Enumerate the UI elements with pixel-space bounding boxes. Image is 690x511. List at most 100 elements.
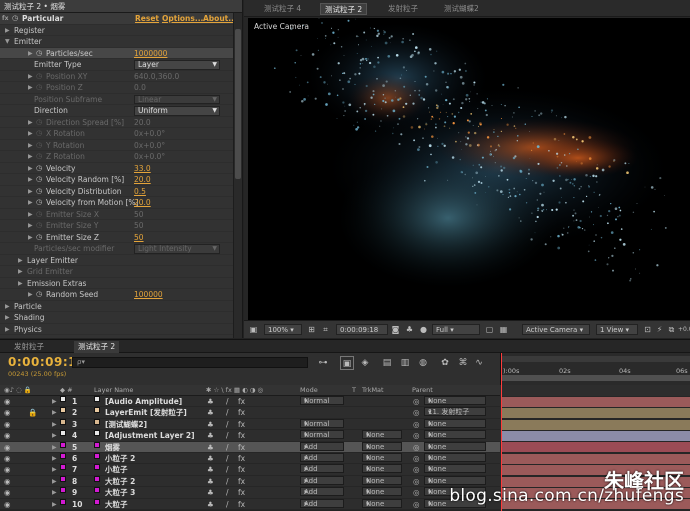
layer-row[interactable]: ◉▶9大粒子 3♣/fxAdd ▾None ▾◎None ▾ <box>0 487 500 498</box>
property-row[interactable]: ▶◷Position Z0.0 <box>0 82 233 94</box>
layer-name[interactable]: [Adjustment Layer 2] <box>105 430 195 441</box>
transparency-grid-icon[interactable]: ▦ <box>498 324 509 335</box>
stopwatch-icon[interactable]: ◷ <box>36 174 42 186</box>
blend-mode-dropdown[interactable]: Add ▾ <box>300 487 344 496</box>
quality-switch-icon[interactable]: / <box>226 419 229 430</box>
flowchart-icon[interactable]: ⧉ <box>666 324 677 335</box>
shy-switch-icon[interactable]: ♣ <box>207 464 214 475</box>
stopwatch-icon[interactable]: ◷ <box>36 82 42 94</box>
property-value[interactable]: 0x+0.0° <box>134 151 165 163</box>
composition-tab[interactable]: 测试粒子 2 <box>320 3 367 15</box>
layer-duration-bar[interactable] <box>501 420 690 430</box>
property-row[interactable]: ▶◷Emitter Size Z50 <box>0 232 233 244</box>
stopwatch-icon[interactable]: ◷ <box>36 128 42 140</box>
property-row[interactable]: ▶Emission Extras <box>0 278 233 290</box>
shy-switch-icon[interactable]: ♣ <box>207 442 214 453</box>
disclosure-triangle-icon[interactable]: ▶ <box>52 453 57 464</box>
shy-switch-icon[interactable]: ♣ <box>207 487 214 498</box>
effect-switch-icon[interactable]: fx <box>238 499 245 510</box>
property-row[interactable]: Position SubframeLinear▼ <box>0 94 233 106</box>
disclosure-triangle-icon[interactable]: ▶ <box>28 82 33 94</box>
blend-mode-dropdown[interactable]: Normal ▾ <box>300 419 344 428</box>
property-value[interactable]: 0x+0.0° <box>134 140 165 152</box>
layer-row[interactable]: ◉▶1[Audio Amplitude]♣/fxNormal ▾◎None ▾ <box>0 396 500 407</box>
shy-switch-icon[interactable]: ♣ <box>207 407 214 418</box>
pick-whip-icon[interactable]: ◎ <box>413 453 420 464</box>
stopwatch-icon[interactable]: ◷ <box>36 232 42 244</box>
blend-mode-dropdown[interactable]: Normal ▾ <box>300 396 344 405</box>
pick-whip-icon[interactable]: ◎ <box>413 487 420 498</box>
track-matte-dropdown[interactable]: None ▾ <box>362 487 402 496</box>
track-matte-dropdown[interactable]: None ▾ <box>362 499 402 508</box>
shy-switch-icon[interactable]: ♣ <box>207 419 214 430</box>
property-value[interactable]: 20.0 <box>134 117 151 129</box>
eye-icon[interactable]: ◉ <box>4 499 11 510</box>
label-color-swatch[interactable] <box>60 396 66 402</box>
layer-name[interactable]: 大粒子 3 <box>105 487 135 498</box>
property-row[interactable]: ▶◷Velocity33.0 <box>0 163 233 175</box>
resolution-dropdown[interactable]: Full ▾ <box>432 324 480 335</box>
parent-dropdown[interactable]: None ▾ <box>424 419 486 428</box>
pick-whip-icon[interactable]: ◎ <box>413 396 420 407</box>
disclosure-triangle-icon[interactable]: ▶ <box>52 464 57 475</box>
property-row[interactable]: ▶◷Direction Spread [%]20.0 <box>0 117 233 129</box>
fx-icon[interactable]: fx <box>2 13 8 25</box>
frame-blending-icon[interactable]: ▥ <box>398 356 412 370</box>
property-row[interactable]: ▶Shading <box>0 312 233 324</box>
layer-name[interactable]: 大粒子 2 <box>105 476 135 487</box>
eye-icon[interactable]: ◉ <box>4 430 11 441</box>
label-color-swatch[interactable] <box>60 430 66 436</box>
disclosure-triangle-icon[interactable]: ▶ <box>52 419 57 430</box>
property-value[interactable]: 20.0 <box>134 197 151 209</box>
layer-row[interactable]: ◉▶4[Adjustment Layer 2]♣/fxNormal ▾None … <box>0 430 500 441</box>
label-color-swatch[interactable] <box>60 419 66 425</box>
layer-row[interactable]: ◉▶10大粒子♣/fxAdd ▾None ▾◎None ▾ <box>0 499 500 510</box>
quality-switch-icon[interactable]: / <box>226 476 229 487</box>
layer-row[interactable]: ◉🔒▶2LayerEmit [发射粒子]♣/fx◎11. 发射粒子 ▾ <box>0 407 500 418</box>
layer-duration-bar[interactable] <box>501 431 690 441</box>
shy-switch-icon[interactable]: ♣ <box>207 476 214 487</box>
property-row[interactable]: ▶Particle <box>0 301 233 313</box>
property-dropdown[interactable]: Linear▼ <box>134 95 220 105</box>
toggle-pixel-aspect-icon[interactable]: ⊡ <box>642 324 653 335</box>
disclosure-triangle-icon[interactable]: ▶ <box>52 499 57 510</box>
blend-mode-dropdown[interactable]: Add ▾ <box>300 499 344 508</box>
graph-editor-icon[interactable]: ∿ <box>472 356 486 370</box>
effect-switch-icon[interactable]: fx <box>238 442 245 453</box>
eye-icon[interactable]: ◉ <box>4 407 11 418</box>
property-value[interactable]: 100000 <box>134 289 163 301</box>
effect-header-row[interactable]: fx ◷ Particular Reset Options... About..… <box>0 13 233 25</box>
track-matte-dropdown[interactable]: None ▾ <box>362 430 402 439</box>
label-color-swatch[interactable] <box>60 453 66 459</box>
show-snapshot-icon[interactable]: ♣ <box>404 324 415 335</box>
stopwatch-icon[interactable]: ◷ <box>36 197 42 209</box>
stopwatch-icon[interactable]: ◷ <box>36 289 42 301</box>
layer-name[interactable]: 烟雾 <box>105 442 120 453</box>
shy-switch-icon[interactable]: ♣ <box>207 499 214 510</box>
layer-switches-icons[interactable]: ✱ ☆ \ fx ▦ ◐ ◑ ◎ <box>206 385 263 396</box>
stopwatch-icon[interactable]: ◷ <box>36 140 42 152</box>
disclosure-triangle-icon[interactable]: ▶ <box>28 151 33 163</box>
channel-icon[interactable]: ● <box>418 324 429 335</box>
disclosure-triangle-icon[interactable]: ▶ <box>52 442 57 453</box>
quality-switch-icon[interactable]: / <box>226 453 229 464</box>
safe-zones-icon[interactable]: ⊞ <box>306 324 317 335</box>
brainstorm-icon[interactable]: ✿ <box>438 356 452 370</box>
live-update-icon[interactable]: ▣ <box>340 356 354 370</box>
property-value[interactable]: 640.0,360.0 <box>134 71 179 83</box>
blend-mode-dropdown[interactable]: Add ▾ <box>300 442 344 451</box>
track-matte-dropdown[interactable]: None ▾ <box>362 453 402 462</box>
timeline-tab[interactable]: 发射粒子 <box>10 341 48 353</box>
quality-switch-icon[interactable]: / <box>226 396 229 407</box>
camera-dropdown[interactable]: Active Camera ▾ <box>522 324 590 335</box>
property-row[interactable]: ▶◷Velocity Random [%]20.0 <box>0 174 233 186</box>
trkmat-column[interactable]: TrkMat <box>362 385 384 396</box>
layer-row[interactable]: ◉▶8大粒子 2♣/fxAdd ▾None ▾◎None ▾ <box>0 476 500 487</box>
effect-switch-icon[interactable]: fx <box>238 453 245 464</box>
composition-tab[interactable]: 测试蝴蝶2 <box>440 3 483 15</box>
property-row[interactable]: Emitter TypeLayer▼ <box>0 59 233 71</box>
property-row[interactable]: ▶◷Particles/sec1000000 <box>0 48 233 60</box>
disclosure-triangle-icon[interactable]: ▶ <box>52 396 57 407</box>
property-row[interactable]: ▶Physics <box>0 324 233 336</box>
mode-column[interactable]: Mode <box>300 385 318 396</box>
